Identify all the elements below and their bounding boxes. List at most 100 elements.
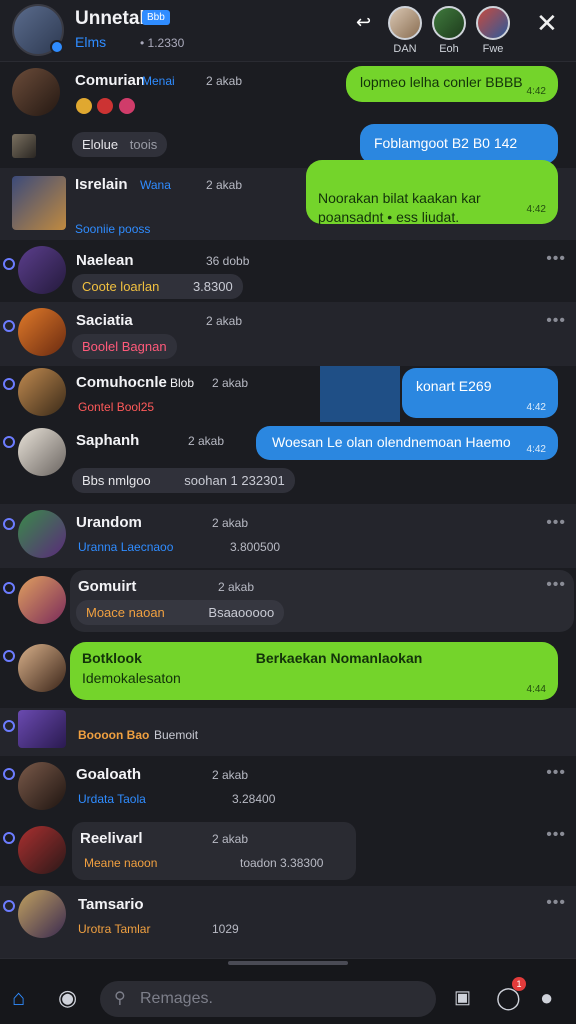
avatar (18, 644, 66, 692)
message-text: Berkaekan Nomanlaokan (255, 650, 423, 666)
preview-pill: Boolel Bagnan (72, 334, 177, 359)
message-text: Foblamgoot B2 B0 142 (374, 135, 518, 151)
message-preview: Urdata Taola (78, 792, 146, 806)
more-options-icon[interactable]: ••• (546, 312, 566, 330)
message-bubble[interactable]: Woesan Le olan olendnemoan Haemo 4:42 (256, 426, 558, 460)
contact-name: Gomuirt (78, 578, 137, 595)
list-item[interactable]: Botklook Berkaekan Nomanlaokan Idemokale… (0, 636, 576, 708)
close-icon[interactable]: ✕ (536, 8, 558, 39)
message-meta: 3.28400 (232, 792, 276, 806)
participant-label: Eoh (439, 43, 459, 55)
camera-icon[interactable]: ◉ (58, 985, 77, 1011)
preview-pill: Elolue toois (72, 132, 168, 157)
profile-icon[interactable]: ● (540, 985, 553, 1011)
message-text: konart E269 (416, 378, 492, 394)
list-item[interactable]: Boooon Bao Buemoit (0, 708, 576, 756)
message-time: 4:42 (526, 204, 546, 215)
message-bubble[interactable]: lopmeo lelha conler BBBB 4:42 (346, 66, 558, 102)
list-item[interactable]: Goaloath 2 akab Urdata Taola 3.28400 ••• (0, 756, 576, 820)
message-time: 2 akab (206, 178, 243, 192)
contact-name: Reelivarl (80, 830, 143, 847)
status-ring-icon (3, 720, 15, 732)
message-time: 2 akab (212, 768, 249, 782)
bubble-heading: Botklook Berkaekan Nomanlaokan (82, 650, 546, 666)
list-item[interactable]: Comuhocnle Blob 2 akab Gontel Bool25 kon… (0, 366, 576, 428)
contact-name: Saciatia (76, 312, 133, 329)
message-preview: Uranna Laecnaoo (78, 540, 174, 554)
message-preview: Idemokalesaton (82, 670, 181, 686)
message-meta: soohan 1 232301 (184, 473, 285, 488)
contact-name: Comuhocnle (76, 374, 167, 391)
message-time: 2 akab (188, 434, 225, 448)
bottom-bar: ⌂ ◉ ⚲ Remages. ▣ ◯ 1 ● (0, 958, 576, 1024)
message-meta: 1029 (212, 922, 239, 936)
contact-name: Boooon Bao (78, 728, 150, 742)
status-ring-icon (3, 832, 15, 844)
contact-name: Urandom (76, 514, 142, 531)
search-input[interactable]: ⚲ Remages. (100, 981, 436, 1017)
contact-name: Comurian (75, 72, 146, 89)
message-preview: Buemoit (154, 728, 199, 742)
status-ring-icon (3, 258, 15, 270)
more-options-icon[interactable]: ••• (546, 894, 566, 912)
attachment-icon[interactable]: ▣ (454, 987, 471, 1008)
list-item[interactable]: Naelean 36 dobb Coote loarlan 3.8300 ••• (0, 240, 576, 302)
contact-name: Goaloath (76, 766, 142, 783)
message-time: 4:42 (526, 444, 546, 455)
chat-tag-badge: Bbb (142, 10, 170, 25)
message-time: 2 akab (212, 376, 249, 390)
thumbnail-icon (12, 134, 36, 158)
list-item[interactable]: Tamsario Urotra Tamlar 1029 ••• (0, 886, 576, 958)
list-item[interactable]: Saphanh 2 akab Woesan Le olan olendnemoa… (0, 426, 576, 504)
contact-name: Isrelain (75, 176, 128, 193)
participant-avatar[interactable] (432, 6, 466, 40)
highlight-strip (320, 366, 400, 422)
more-options-icon[interactable]: ••• (546, 764, 566, 782)
message-meta: Bsaaooooo (208, 605, 275, 620)
message-preview: Moace naoan (86, 605, 165, 620)
message-bubble[interactable]: konart E269 4:42 (402, 368, 558, 418)
conversation-list[interactable]: Comurian Menai 2 akab lopmeo lelha conle… (0, 62, 576, 958)
message-bubble[interactable]: Noorakan bilat kaakan kar poansadnt • es… (306, 160, 558, 225)
emoji-icon (97, 98, 114, 114)
chat-subtitle-meta: • 1.2330 (140, 36, 185, 50)
notification-badge: 1 (512, 977, 526, 991)
status-ring-icon (3, 378, 15, 390)
avatar (18, 576, 66, 624)
participant-avatar[interactable] (388, 6, 422, 40)
more-options-icon[interactable]: ••• (546, 250, 566, 268)
message-bubble[interactable]: Botklook Berkaekan Nomanlaokan Idemokale… (70, 642, 558, 700)
more-options-icon[interactable]: ••• (546, 576, 566, 594)
list-item[interactable]: Gomuirt 2 akab Moace naoan Bsaaooooo ••• (0, 568, 576, 636)
participant-avatar[interactable] (476, 6, 510, 40)
contact-tag: Wana (140, 178, 171, 192)
avatar (12, 68, 60, 116)
more-options-icon[interactable]: ••• (546, 514, 566, 532)
contact-name: Naelean (76, 252, 134, 269)
message-time: 2 akab (206, 74, 243, 88)
contact-name: Saphanh (76, 432, 140, 449)
search-icon: ⚲ (114, 990, 126, 1007)
search-placeholder: Remages. (140, 990, 213, 1007)
online-status-dot (50, 40, 64, 54)
preview-pill: Bbs nmlgoo soohan 1 232301 (72, 468, 295, 493)
more-options-icon[interactable]: ••• (546, 826, 566, 844)
avatar (18, 246, 66, 294)
list-item[interactable]: Urandom 2 akab Uranna Laecnaoo 3.800500 … (0, 504, 576, 568)
list-item[interactable]: Comurian Menai 2 akab lopmeo lelha conle… (0, 62, 576, 124)
contact-name: Botklook (82, 650, 142, 666)
list-item[interactable]: Saciatia 2 akab Boolel Bagnan ••• (0, 302, 576, 366)
message-preview: Meane naoon (84, 856, 158, 870)
message-preview: Coote loarlan (82, 279, 160, 294)
drag-handle[interactable] (228, 961, 348, 965)
home-icon[interactable]: ⌂ (12, 985, 25, 1011)
reply-icon[interactable]: ↩ (356, 12, 371, 33)
status-ring-icon (3, 900, 15, 912)
list-item[interactable]: Isrelain Wana 2 akab Sooniie pooss Noora… (0, 160, 576, 240)
message-meta: 3.8300 (192, 279, 233, 294)
message-preview: Bbs nmlgoo (82, 473, 151, 488)
message-time: 2 akab (206, 314, 243, 328)
list-item[interactable]: Reelivarl 2 akab Meane naoon toadon 3.38… (0, 820, 576, 886)
message-bubble[interactable]: Foblamgoot B2 B0 142 (360, 124, 558, 164)
status-ring-icon (3, 436, 15, 448)
